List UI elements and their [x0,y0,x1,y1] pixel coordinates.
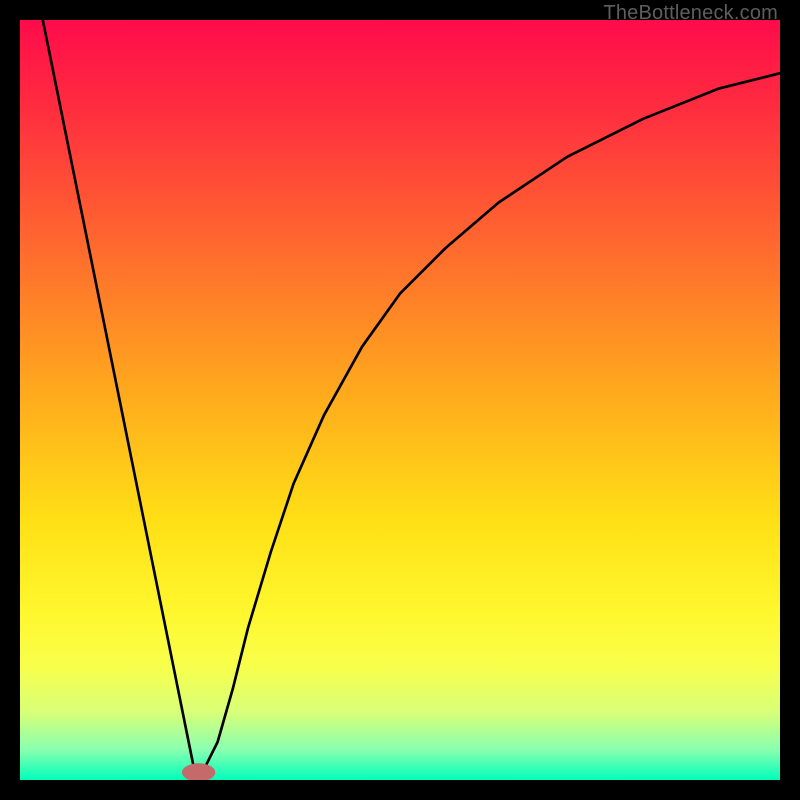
gradient-background [20,20,780,780]
plot-area [20,20,780,780]
chart-frame: TheBottleneck.com [0,0,800,800]
chart-svg [20,20,780,780]
watermark-text: TheBottleneck.com [603,2,778,25]
